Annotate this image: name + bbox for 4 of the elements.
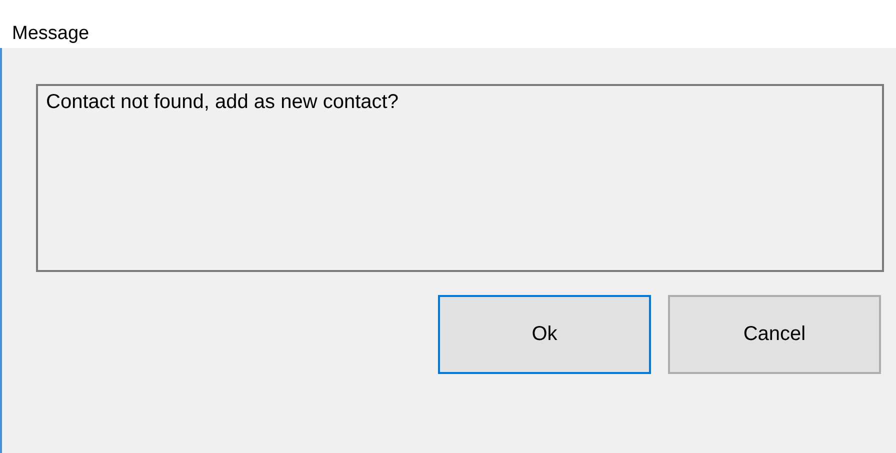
cancel-button[interactable]: Cancel xyxy=(668,295,881,374)
message-text: Contact not found, add as new contact? xyxy=(46,91,398,113)
ok-button[interactable]: Ok xyxy=(438,295,651,374)
window-title: Message xyxy=(12,22,90,46)
